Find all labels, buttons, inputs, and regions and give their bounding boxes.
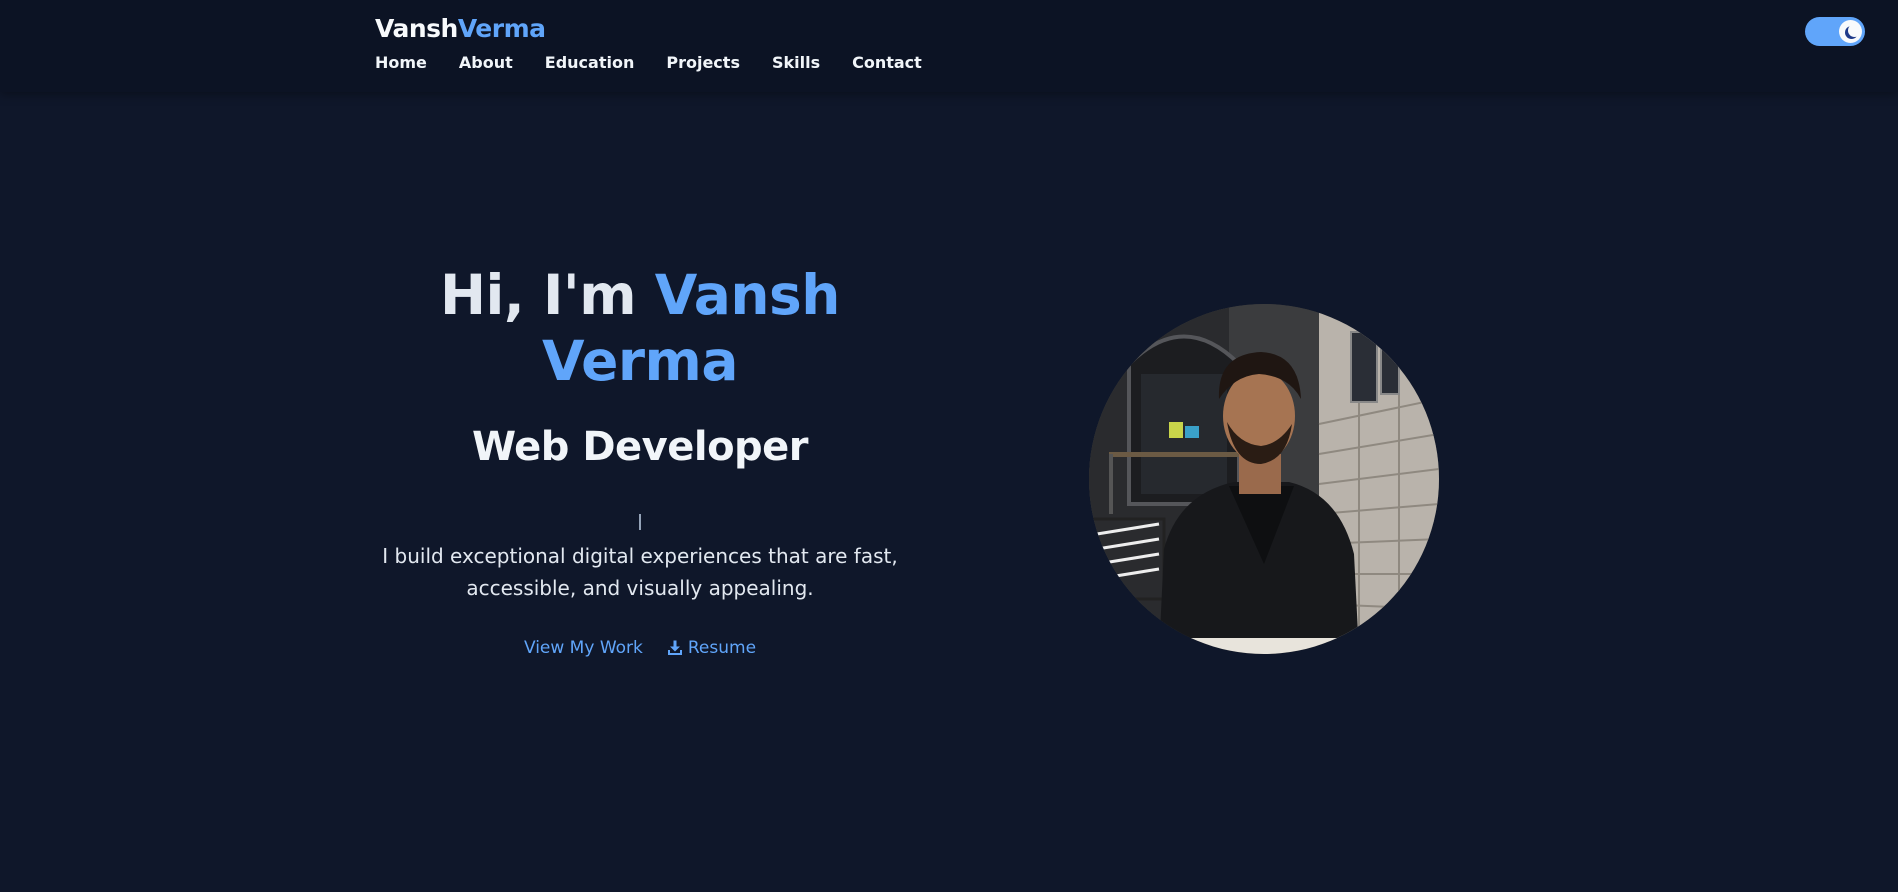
brand-logo[interactable]: VanshVerma xyxy=(375,14,546,43)
navbar: VanshVerma Home About Education Projects… xyxy=(0,0,1898,92)
nav-projects[interactable]: Projects xyxy=(666,53,740,72)
typing-cursor xyxy=(639,514,641,530)
nav-contact[interactable]: Contact xyxy=(852,53,922,72)
brand-last-name: Verma xyxy=(457,14,546,43)
cta-row: View My Work Resume xyxy=(370,638,910,658)
theme-toggle[interactable] xyxy=(1805,17,1865,46)
profile-photo-illustration xyxy=(1089,304,1439,654)
view-work-link[interactable]: View My Work xyxy=(524,638,643,658)
nav-home[interactable]: Home xyxy=(375,53,427,72)
nav-about[interactable]: About xyxy=(459,53,513,72)
hero-greeting: Hi, I'm xyxy=(440,263,655,327)
resume-label: Resume xyxy=(687,638,757,658)
moon-icon xyxy=(1848,24,1861,37)
hero-role: Web Developer xyxy=(471,424,809,470)
nav-skills[interactable]: Skills xyxy=(772,53,820,72)
brand-first-name: Vansh xyxy=(375,14,458,43)
toggle-knob xyxy=(1839,20,1862,43)
main-nav: Home About Education Projects Skills Con… xyxy=(375,53,954,72)
hero-headline: Hi, I'm Vansh Verma xyxy=(370,262,910,394)
resume-link[interactable]: Resume xyxy=(667,638,756,658)
nav-education[interactable]: Education xyxy=(545,53,635,72)
hero-tagline: I build exceptional digital experiences … xyxy=(382,544,898,600)
profile-photo xyxy=(1089,304,1439,654)
download-icon xyxy=(667,640,683,656)
hero-section: Hi, I'm Vansh Verma Web Developer I buil… xyxy=(370,262,910,658)
